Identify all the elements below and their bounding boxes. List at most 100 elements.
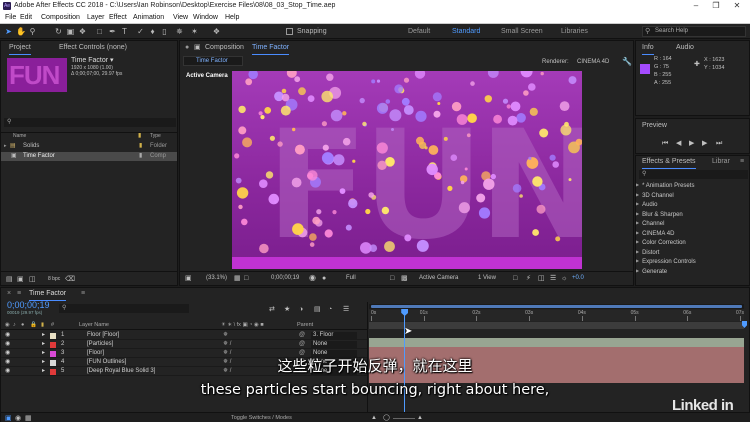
column-type[interactable]: Type	[150, 132, 161, 141]
workspace-libraries[interactable]: Libraries	[561, 24, 588, 39]
search-help-field[interactable]: ⚲ Search Help	[642, 26, 746, 37]
frame-blending-icon[interactable]: ▤	[314, 305, 321, 314]
draft-3d-icon[interactable]: ★	[284, 305, 290, 314]
timeline-link-icon[interactable]: ◫	[538, 274, 545, 283]
shy-icon[interactable]: ◑	[299, 305, 303, 314]
panel-menu-icon[interactable]: ≡	[740, 157, 744, 167]
project-item-time-factor[interactable]: ▣ Time Factor ▮ Comp	[1, 152, 177, 161]
layer-switches[interactable]: ✵ /	[223, 340, 231, 349]
interpret-footage-icon[interactable]: ▤	[6, 275, 13, 284]
effect-category[interactable]: Color Correction	[636, 238, 686, 249]
effect-category[interactable]: Expression Controls	[636, 257, 696, 268]
panel-menu-icon[interactable]: ≡	[81, 289, 85, 299]
menu-layer[interactable]: Layer	[87, 12, 105, 24]
minimize-icon[interactable]: –	[686, 0, 706, 12]
new-folder-icon[interactable]: ▣	[17, 275, 24, 284]
workspace-standard[interactable]: Standard	[452, 24, 480, 39]
tab-info[interactable]: Info	[642, 43, 654, 55]
close-icon[interactable]: ✕	[727, 0, 747, 12]
color-channel-icon[interactable]: ●	[322, 274, 326, 283]
zoom-value[interactable]: (33.1%)	[206, 274, 227, 283]
tab-effects-presets[interactable]: Effects & Presets	[642, 157, 696, 169]
project-item-solids[interactable]: ▸ ▤ Solids ▮ Folder	[1, 142, 177, 151]
camera-view-select[interactable]: Active Camera	[419, 274, 458, 283]
parent-select[interactable]: None	[311, 350, 357, 357]
layer-name[interactable]: [Particles]	[87, 340, 113, 349]
time-ruler[interactable]: 0s 01s 02s 03s 04s 05s 06s 07s	[369, 310, 744, 321]
wrench-icon[interactable]: 🔧	[622, 57, 632, 66]
region-icon[interactable]: □	[244, 274, 248, 283]
chevron-right-icon[interactable]: ▸	[4, 142, 7, 151]
layer-label-swatch[interactable]	[50, 341, 56, 348]
track-bar-1[interactable]	[369, 338, 744, 347]
pick-whip-icon[interactable]: @	[299, 331, 305, 340]
comp-sub-tab[interactable]: Time Factor	[183, 56, 243, 66]
tab-effect-controls[interactable]: Effect Controls (none)	[59, 43, 127, 53]
workspace-small-screen[interactable]: Small Screen	[501, 24, 543, 39]
effect-category[interactable]: * Animation Presets	[636, 181, 694, 192]
menu-effect[interactable]: Effect	[109, 12, 127, 24]
chevron-right-icon[interactable]: ▸	[42, 331, 45, 340]
transfer-controls-icon[interactable]: ◉	[15, 414, 21, 422]
rotate-tool-icon[interactable]: ↻	[54, 27, 63, 36]
eraser-tool-icon[interactable]: ▯	[160, 27, 169, 36]
tab-audio[interactable]: Audio	[676, 43, 694, 53]
tab-timeline[interactable]: Time Factor	[29, 289, 67, 301]
camera-tool-icon[interactable]: ▣	[66, 27, 75, 36]
layer-switches[interactable]: ✵	[223, 331, 228, 340]
pan-behind-tool-icon[interactable]: ❖	[78, 27, 87, 36]
last-frame-icon[interactable]: ⏭	[716, 139, 722, 148]
zoom-out-icon[interactable]: ▲	[371, 414, 377, 422]
work-area-range[interactable]	[371, 305, 742, 308]
toggle-pixel-aspect-icon[interactable]: □	[513, 274, 517, 283]
zoom-in-icon[interactable]: ▲	[417, 414, 423, 422]
delete-icon[interactable]: ⌫	[65, 275, 75, 284]
layer-row[interactable]: ◉ ▸ 2 [Particles] ✵ / @ None	[1, 340, 367, 349]
menu-animation[interactable]: Animation	[133, 12, 164, 24]
play-icon[interactable]: ▶	[689, 139, 694, 148]
zoom-slider-track[interactable]	[393, 418, 415, 419]
exposure-value[interactable]: +0.0	[572, 274, 584, 283]
snapshot-camera-icon[interactable]: ◉	[309, 273, 316, 282]
tab-composition-label[interactable]: Composition	[205, 43, 244, 53]
puppet-tool-icon[interactable]: ✶	[190, 27, 199, 36]
view-layout-select[interactable]: 1 View	[478, 274, 496, 283]
clone-stamp-tool-icon[interactable]: ♦	[148, 27, 157, 36]
close-tab-icon[interactable]: ×	[7, 289, 11, 299]
effect-category[interactable]: Generate	[636, 267, 667, 278]
graph-editor-icon[interactable]: ☰	[343, 305, 349, 314]
effects-search-field[interactable]: ⚲	[639, 170, 748, 179]
fast-preview-icon[interactable]: ⚡	[526, 274, 531, 283]
column-layer-name[interactable]: Layer Name	[79, 321, 109, 330]
toggle-switches-modes[interactable]: Toggle Switches / Modes	[231, 414, 292, 422]
tab-libraries[interactable]: Librar	[712, 157, 730, 167]
layer-name[interactable]: Floor [Floor]	[87, 331, 119, 340]
zoom-slider-handle[interactable]: ◯	[383, 414, 390, 422]
menu-composition[interactable]: Composition	[41, 12, 80, 24]
pin-tool-icon[interactable]: ❖	[212, 27, 221, 36]
new-composition-icon[interactable]: ◫	[29, 275, 36, 284]
layer-label-swatch[interactable]	[50, 332, 56, 339]
comp-viewer[interactable]: FUN	[232, 71, 582, 269]
brush-tool-icon[interactable]: ✓	[136, 27, 145, 36]
previous-frame-icon[interactable]: ◀	[676, 139, 681, 148]
selection-tool-icon[interactable]: ➤	[4, 27, 13, 36]
roto-brush-tool-icon[interactable]: ✵	[175, 27, 184, 36]
zoom-tool-icon[interactable]: ⚲	[28, 27, 37, 36]
type-tool-icon[interactable]: T	[120, 27, 129, 36]
tab-composition-name[interactable]: Time Factor	[252, 43, 290, 55]
menu-file[interactable]: File	[5, 12, 16, 24]
lock-icon[interactable]: ●	[185, 43, 189, 53]
timeline-search-field[interactable]: ⚲	[59, 304, 189, 313]
grid-icon[interactable]: ▦	[234, 274, 241, 283]
hand-tool-icon[interactable]: ✋	[16, 27, 26, 36]
video-eye-icon[interactable]: ◉	[5, 331, 10, 340]
resolution-select[interactable]: Full	[346, 274, 356, 283]
in-out-icon[interactable]: ▦	[25, 414, 32, 422]
current-time[interactable]: 0;00;00;19	[271, 274, 299, 283]
menu-window[interactable]: Window	[193, 12, 218, 24]
solo-switch-icon[interactable]: ●	[21, 321, 24, 330]
exposure-icon[interactable]: ☼	[561, 274, 567, 283]
next-frame-icon[interactable]: ▶	[702, 139, 707, 148]
transparency-grid-icon[interactable]: ▩	[401, 274, 408, 283]
